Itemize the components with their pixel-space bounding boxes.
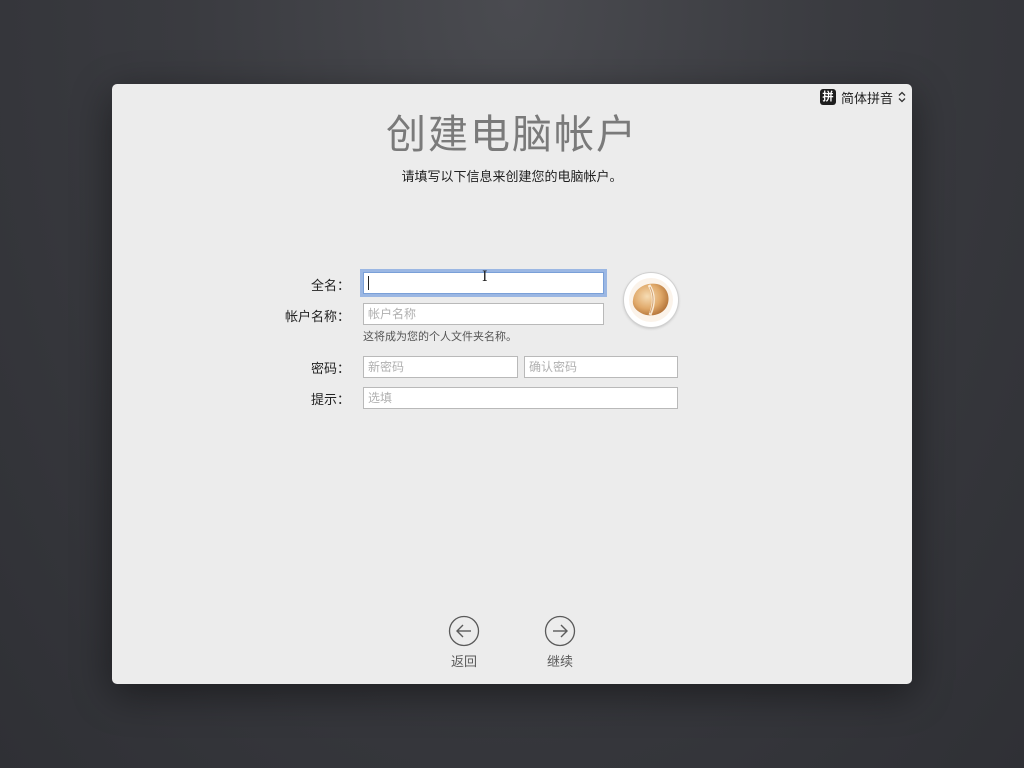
page-subtitle: 请填写以下信息来创建您的电脑帐户。 [401,170,623,185]
continue-label: 继续 [546,655,573,670]
account-name-field[interactable] [363,303,604,325]
account-name-label: 帐户名称： [284,310,350,325]
forward-arrow-icon [544,615,576,647]
password-hint-field[interactable] [363,387,678,409]
page-title: 创建电脑帐户 [386,112,638,158]
text-caret [368,276,369,290]
setup-window: 拼 简体拼音 创建电脑帐户 请填写以下信息来创建您的电脑帐户。 全名： I 帐户… [112,84,912,684]
account-name-hint: 这将成为您的个人文件夹名称。 [363,330,517,343]
back-arrow-icon [448,615,480,647]
continue-button[interactable]: 继续 [530,615,590,670]
new-password-field[interactable] [363,356,518,378]
password-label: 密码： [310,362,350,377]
back-button[interactable]: 返回 [434,615,494,670]
back-label: 返回 [450,655,477,670]
ibeam-cursor: I [482,269,488,285]
fortune-cookie-avatar [629,278,673,322]
password-hint-label: 提示： [310,393,350,408]
user-avatar[interactable] [624,273,678,327]
fullname-label: 全名： [310,279,350,294]
confirm-password-field[interactable] [524,356,678,378]
